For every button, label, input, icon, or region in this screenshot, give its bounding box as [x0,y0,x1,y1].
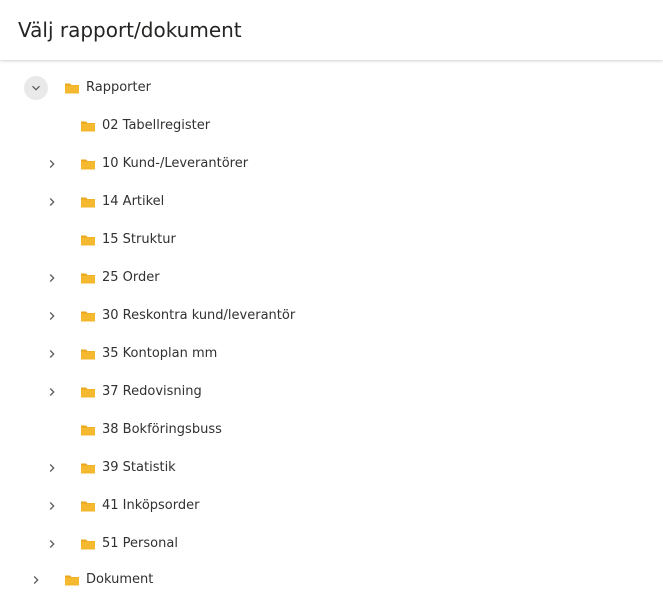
tree-item[interactable]: 41 Inköpsorder [36,493,356,519]
tree-item-label: 25 Order [102,270,160,285]
chevron-right-icon[interactable] [40,456,64,480]
tree-item[interactable]: 30 Reskontra kund/leverantör [36,303,356,329]
tree-node-label: Dokument [86,572,154,587]
tree-item[interactable]: 25 Order [36,265,356,291]
folder-icon [80,384,96,400]
chevron-right-icon[interactable] [40,494,64,518]
folder-icon [80,422,96,438]
tree-item-label: 38 Bokföringsbuss [102,422,222,437]
tree-node-dokument[interactable]: Dokument [20,567,220,593]
tree-item[interactable]: 15 Struktur [36,227,356,253]
folder-icon [80,498,96,514]
tree-item[interactable]: 51 Personal [36,531,356,557]
tree-item-label: 51 Personal [102,536,178,551]
report-tree: Rapporter 02 Tabellregister 10 Kund-/Leve… [0,0,663,588]
folder-icon [80,118,96,134]
folder-icon [80,460,96,476]
tree-item[interactable]: 35 Kontoplan mm [36,341,356,367]
chevron-right-icon[interactable] [40,266,64,290]
chevron-right-icon[interactable] [40,190,64,214]
tree-node-label: Rapporter [86,80,151,95]
tree-item-label: 41 Inköpsorder [102,498,200,513]
tree-item-label: 39 Statistik [102,460,176,475]
folder-icon [80,536,96,552]
folder-icon [80,194,96,210]
folder-icon [64,80,80,96]
tree-item[interactable]: 14 Artikel [36,189,356,215]
folder-icon [80,346,96,362]
folder-icon [80,270,96,286]
tree-item[interactable]: 02 Tabellregister [36,113,356,139]
folder-icon [64,572,80,588]
tree-item-label: 10 Kund-/Leverantörer [102,156,249,171]
chevron-right-icon[interactable] [24,568,48,592]
tree-item-label: 14 Artikel [102,194,165,209]
tree-item[interactable]: 39 Statistik [36,455,356,481]
tree-item-label: 30 Reskontra kund/leverantör [102,308,296,323]
chevron-right-icon[interactable] [40,304,64,328]
tree-item[interactable]: 10 Kund-/Leverantörer [36,151,356,177]
chevron-down-icon[interactable] [24,76,48,100]
tree-item-label: 15 Struktur [102,232,176,247]
chevron-right-icon[interactable] [40,342,64,366]
tree-item[interactable]: 37 Redovisning [36,379,356,405]
chevron-right-icon[interactable] [40,532,64,556]
tree-item[interactable]: 38 Bokföringsbuss [36,417,356,443]
chevron-right-icon[interactable] [40,152,64,176]
folder-icon [80,232,96,248]
chevron-right-icon[interactable] [40,380,64,404]
folder-icon [80,156,96,172]
tree-item-label: 37 Redovisning [102,384,202,399]
tree-node-rapporter[interactable]: Rapporter [20,75,220,101]
tree-item-label: 02 Tabellregister [102,118,211,133]
folder-icon [80,308,96,324]
tree-item-label: 35 Kontoplan mm [102,346,218,361]
